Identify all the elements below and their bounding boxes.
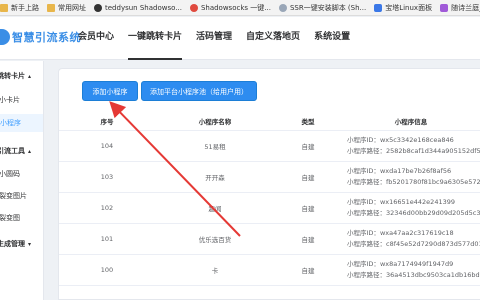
arrow-line [109, 101, 241, 237]
annotation-arrow [109, 101, 241, 237]
